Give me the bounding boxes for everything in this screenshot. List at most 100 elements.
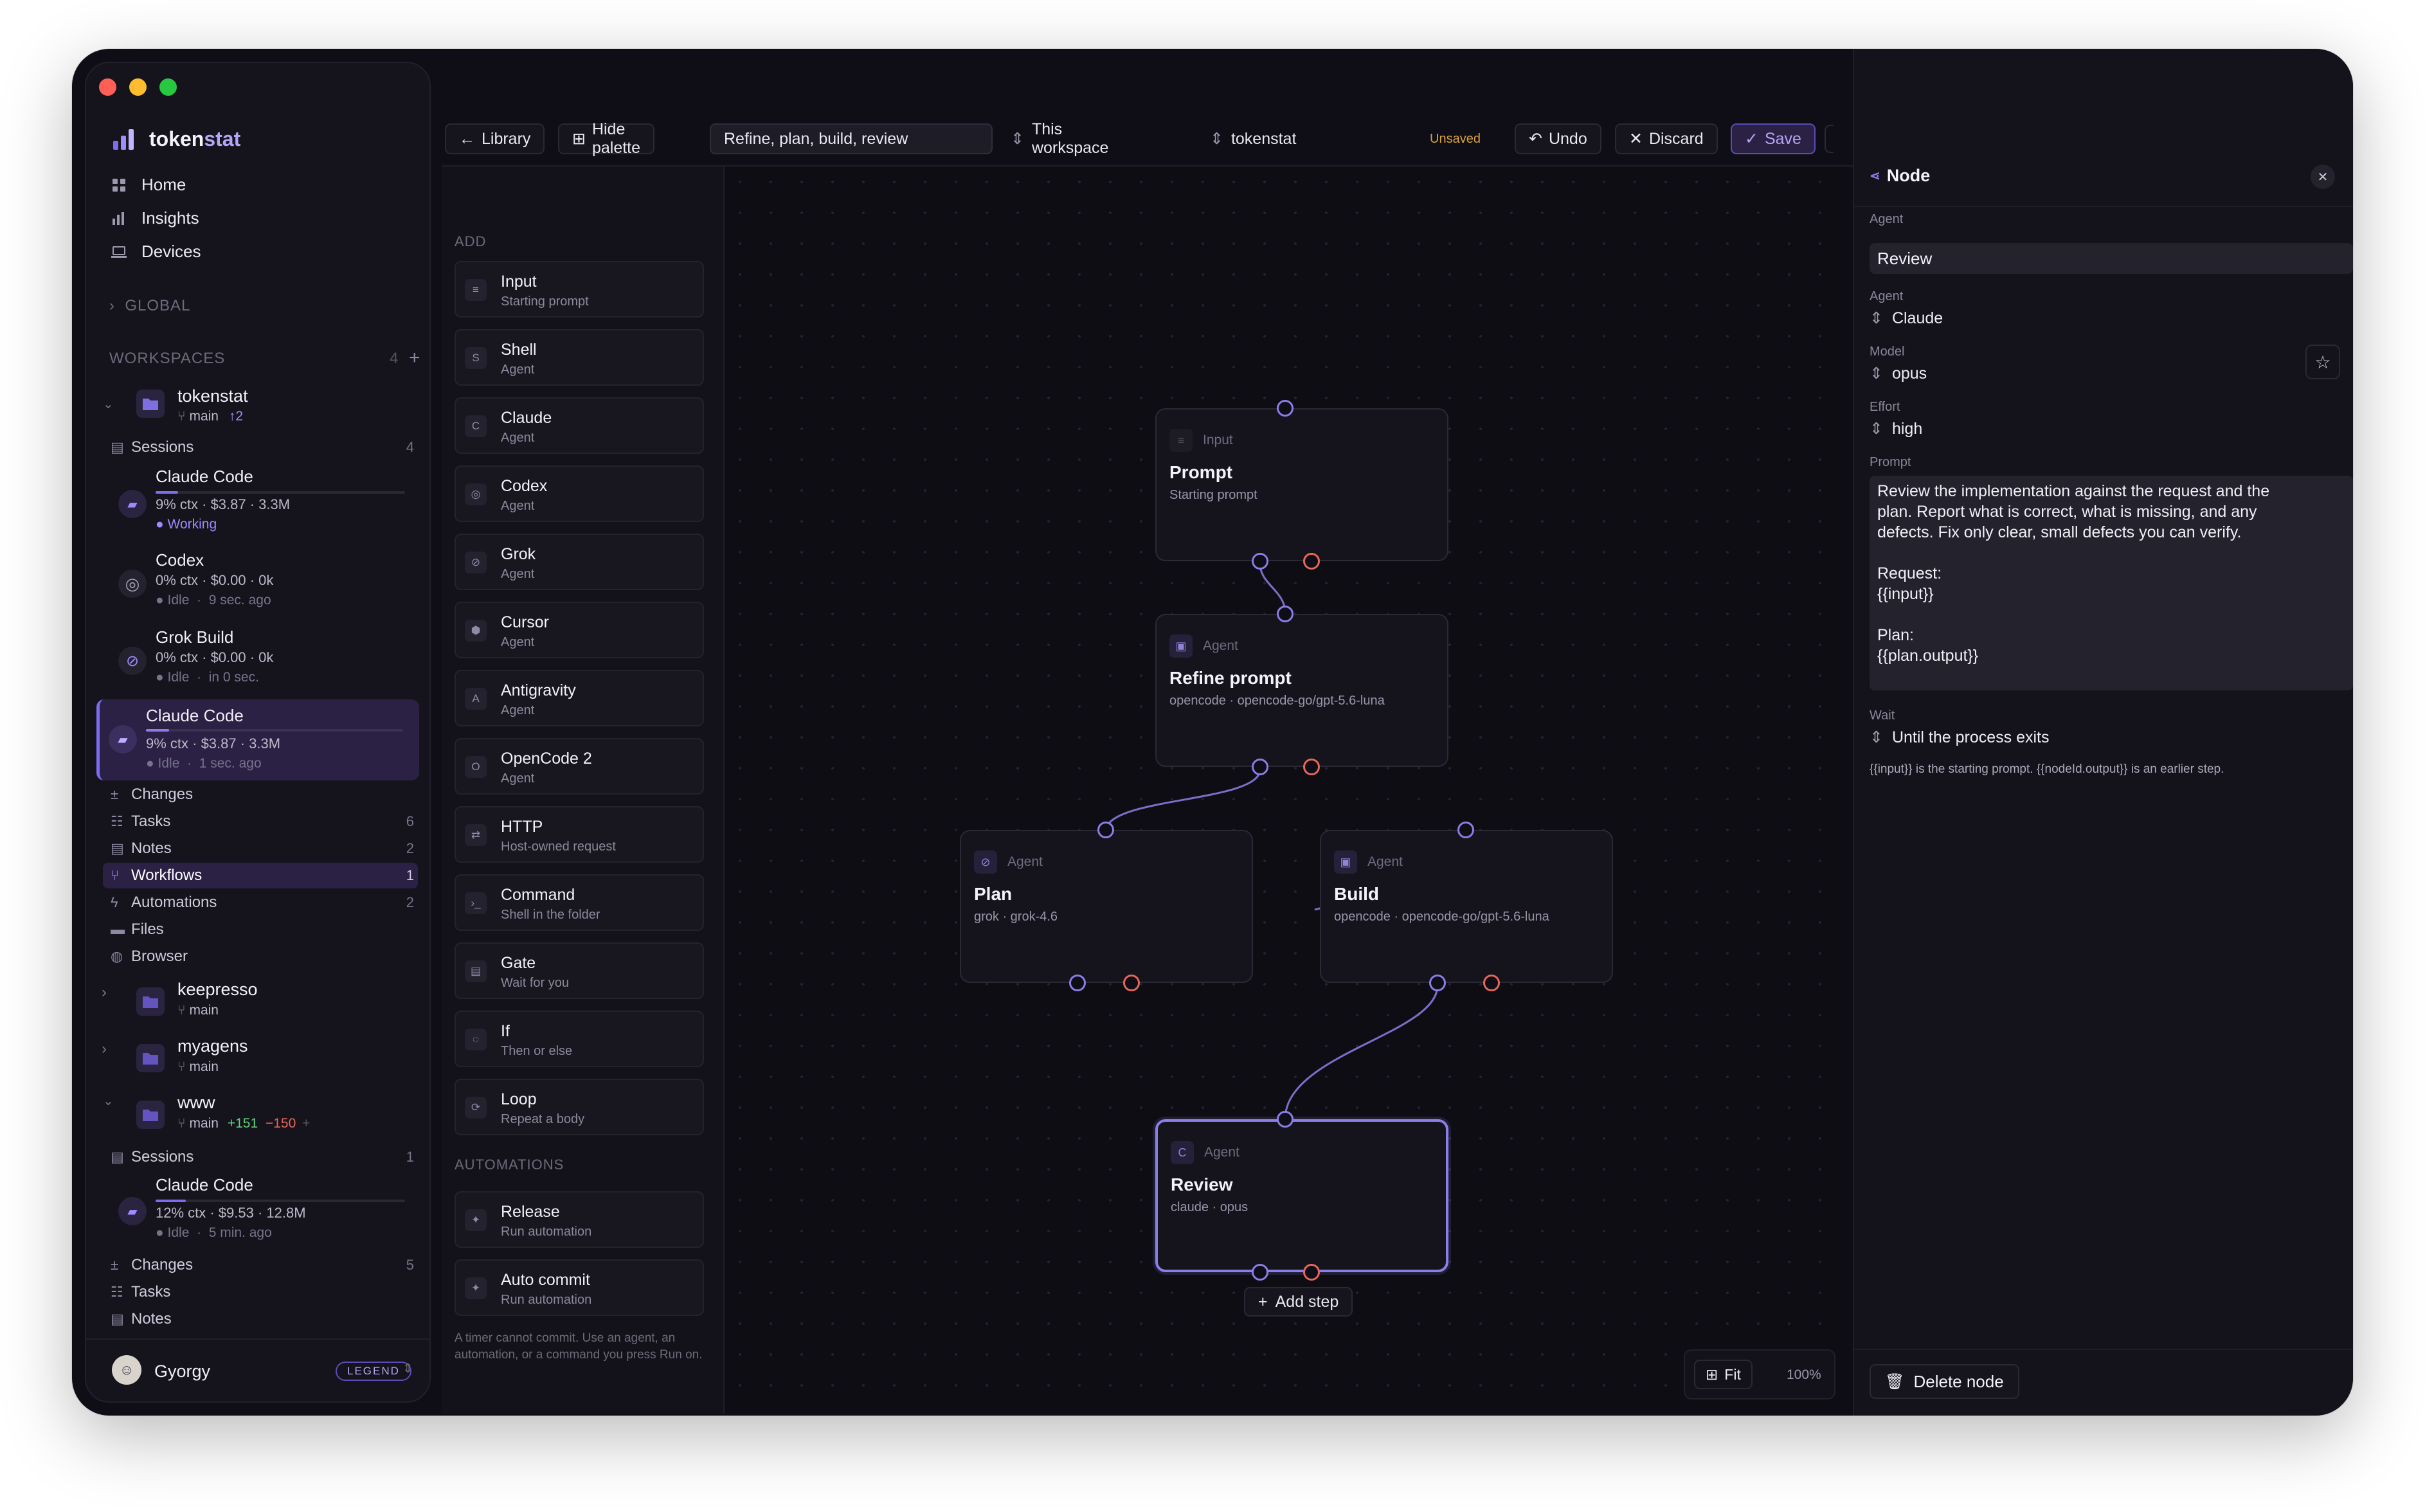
node-refine-prompt[interactable]: ▣ Agent Refine prompt opencode · opencode… bbox=[1155, 614, 1448, 767]
port-out[interactable] bbox=[1252, 1264, 1268, 1281]
palette-item-command[interactable]: ›_ Command Shell in the folder bbox=[455, 874, 704, 931]
ws-row-notes[interactable]: ▤ Notes 2 bbox=[111, 840, 414, 858]
www-row-changes[interactable]: ± Changes 5 bbox=[111, 1256, 414, 1274]
workspace-name-keepresso[interactable]: keepresso bbox=[177, 980, 258, 1000]
palette-item-if[interactable]: ◌ If Then or else bbox=[455, 1011, 704, 1067]
port-error[interactable] bbox=[1303, 553, 1320, 570]
user-name[interactable]: Gyorgy bbox=[154, 1362, 210, 1382]
undo-button[interactable]: ↶ Undo bbox=[1515, 123, 1601, 154]
node-build[interactable]: ▣ Agent Build opencode · opencode-go/gpt-… bbox=[1320, 830, 1613, 983]
palette-item-grok[interactable]: ⊘ Grok Agent bbox=[455, 534, 704, 590]
hide-palette-button[interactable]: ⊞ Hide palette bbox=[558, 120, 655, 157]
workspace-name-myagens[interactable]: myagens bbox=[177, 1036, 248, 1056]
session-item[interactable]: ◎ Codex 0% ctx · $0.00 · 0k ● Idle · 9 s… bbox=[96, 550, 419, 621]
ws-row-changes[interactable]: ± Changes bbox=[111, 786, 414, 804]
agent-select[interactable]: ⇕ Claude bbox=[1870, 309, 1943, 328]
palette-item-cursor[interactable]: ⬢ Cursor Agent bbox=[455, 602, 704, 658]
zoom-window-button[interactable] bbox=[159, 78, 177, 96]
project-select[interactable]: ⇕ tokenstat bbox=[1210, 123, 1296, 154]
port-error[interactable] bbox=[1123, 975, 1140, 991]
prompt-textarea[interactable]: Review the implementation against the re… bbox=[1870, 476, 2353, 690]
port-in[interactable] bbox=[1277, 606, 1294, 622]
palette-item-gate[interactable]: ▤ Gate Wait for you bbox=[455, 942, 704, 999]
session-item[interactable]: ▰ Claude Code 9% ctx · $3.87 · 3.3M ● Wo… bbox=[96, 467, 419, 544]
palette-automation-auto-commit[interactable]: ✦ Auto commit Run automation bbox=[455, 1259, 704, 1316]
port-out[interactable] bbox=[1252, 553, 1268, 570]
agent-name-input[interactable]: Review bbox=[1870, 243, 2353, 274]
workspace-branch-keepresso: ⑂ main bbox=[177, 1003, 219, 1018]
palette-automation-release[interactable]: ✦ Release Run automation bbox=[455, 1191, 704, 1248]
expand-icon[interactable]: ⇕ bbox=[402, 1360, 413, 1376]
workflow-name-input[interactable]: Refine, plan, build, review bbox=[710, 123, 993, 154]
palette-item-http[interactable]: ⇄ HTTP Host-owned request bbox=[455, 806, 704, 863]
port-in[interactable] bbox=[1277, 400, 1294, 417]
session-item-selected[interactable]: ▰ Claude Code 9% ctx · $3.87 · 3.3M ● Id… bbox=[96, 699, 419, 780]
effort-select[interactable]: ⇕ high bbox=[1870, 419, 1922, 438]
port-error[interactable] bbox=[1303, 1264, 1320, 1281]
port-out[interactable] bbox=[1429, 975, 1446, 991]
ws-row-files[interactable]: ▬ Files bbox=[111, 921, 414, 939]
scope-select[interactable]: ⇕ This workspace bbox=[1011, 120, 1108, 157]
workflow-icon: ⑂ bbox=[111, 867, 120, 883]
palette-item-shell[interactable]: S Shell Agent bbox=[455, 329, 704, 386]
palette-item-opencode-2[interactable]: O OpenCode 2 Agent bbox=[455, 738, 704, 795]
wait-select[interactable]: ⇕ Until the process exits bbox=[1870, 728, 2050, 747]
session-item[interactable]: ▰ Claude Code 12% ctx · $9.53 · 12.8M ● … bbox=[96, 1175, 419, 1246]
ws-row-automations[interactable]: ϟ Automations 2 bbox=[111, 894, 414, 912]
chevron-down-icon[interactable]: ⌄ bbox=[103, 1093, 114, 1109]
www-row-notes[interactable]: ▤ Notes bbox=[111, 1310, 414, 1328]
workspace-name-tokenstat[interactable]: tokenstat bbox=[177, 386, 248, 406]
node-palette: ADD ≡ Input Starting prompt S Shell Agent C Cla… bbox=[442, 166, 725, 1414]
port-out[interactable] bbox=[1252, 759, 1268, 775]
www-sessions-row[interactable]: ▤ Sessions 1 bbox=[111, 1148, 414, 1166]
www-row-tasks[interactable]: ☷ Tasks bbox=[111, 1283, 414, 1301]
ws-row-tasks[interactable]: ☷ Tasks 6 bbox=[111, 813, 414, 831]
port-in[interactable] bbox=[1097, 822, 1114, 838]
laptop-icon bbox=[111, 246, 127, 258]
ws-row-workflows[interactable]: ⑂ Workflows 1 bbox=[111, 867, 414, 885]
palette-item-input[interactable]: ≡ Input Starting prompt bbox=[455, 261, 704, 318]
palette-item-loop[interactable]: ⟳ Loop Repeat a body bbox=[455, 1079, 704, 1135]
global-section-toggle[interactable]: › GLOBAL bbox=[109, 297, 190, 315]
close-panel-button[interactable]: ✕ bbox=[2311, 165, 2335, 189]
node-review-selected[interactable]: C Agent Review claude · opus bbox=[1155, 1119, 1448, 1272]
discard-button[interactable]: ✕ Discard bbox=[1615, 123, 1718, 154]
port-error[interactable] bbox=[1483, 975, 1500, 991]
workspace-name-www[interactable]: www bbox=[177, 1093, 215, 1113]
nav-home[interactable]: Home bbox=[111, 175, 186, 195]
node-prompt[interactable]: ≡ Input Prompt Starting prompt bbox=[1155, 408, 1448, 561]
fit-button[interactable]: ⊞ Fit bbox=[1694, 1360, 1753, 1389]
save-button[interactable]: ✓ Save bbox=[1731, 123, 1816, 154]
ws-row-browser[interactable]: ◍ Browser bbox=[111, 948, 414, 966]
nav-devices[interactable]: Devices bbox=[111, 242, 201, 262]
chevron-right-icon[interactable]: › bbox=[102, 1040, 107, 1058]
palette-item-antigravity[interactable]: A Antigravity Agent bbox=[455, 670, 704, 726]
palette-item-claude[interactable]: C Claude Agent bbox=[455, 397, 704, 454]
favorite-star-button[interactable]: ☆ bbox=[2305, 345, 2340, 379]
workflow-canvas[interactable]: ≡ Input Prompt Starting prompt ▣ Agent Ref… bbox=[725, 166, 1850, 1414]
node-plan[interactable]: ⊘ Agent Plan grok · grok-4.6 bbox=[960, 830, 1253, 983]
brand[interactable]: tokenstat bbox=[112, 127, 240, 151]
port-error[interactable] bbox=[1303, 759, 1320, 775]
port-out[interactable] bbox=[1069, 975, 1086, 991]
session-item[interactable]: ⊘ Grok Build 0% ctx · $0.00 · 0k ● Idle … bbox=[96, 627, 419, 698]
sessions-row[interactable]: ▤ Sessions 4 bbox=[111, 438, 414, 456]
palette-item-codex[interactable]: ◎ Codex Agent bbox=[455, 465, 704, 522]
close-window-button[interactable] bbox=[99, 78, 116, 96]
close-icon: ✕ bbox=[1629, 130, 1643, 148]
add-step-button[interactable]: + Add step bbox=[1244, 1287, 1353, 1317]
user-avatar[interactable]: ☺ bbox=[112, 1355, 141, 1385]
divider bbox=[1853, 1349, 2353, 1350]
port-in[interactable] bbox=[1457, 822, 1474, 838]
chevron-right-icon[interactable]: › bbox=[102, 984, 107, 1002]
model-select[interactable]: ⇕ opus bbox=[1870, 364, 1927, 383]
updown-icon: ⇕ bbox=[1011, 130, 1024, 148]
chevron-down-icon[interactable]: ⌄ bbox=[103, 396, 114, 412]
palette-item-title: Codex bbox=[501, 477, 548, 495]
nav-insights[interactable]: Insights bbox=[111, 208, 199, 228]
library-button[interactable]: ← Library bbox=[445, 123, 545, 154]
delete-node-button[interactable]: 🗑 Delete node bbox=[1870, 1364, 2019, 1399]
minimize-window-button[interactable] bbox=[129, 78, 147, 96]
port-in[interactable] bbox=[1277, 1111, 1294, 1128]
add-workspace-icon[interactable]: + bbox=[409, 347, 421, 369]
